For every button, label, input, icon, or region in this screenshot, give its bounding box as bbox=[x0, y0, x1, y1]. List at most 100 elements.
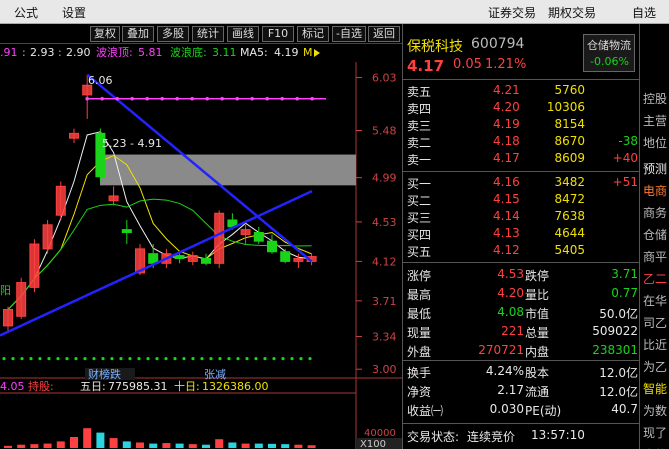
toolbar-mark[interactable]: 标记 bbox=[297, 26, 329, 42]
price-axis-label: 4.12 bbox=[372, 255, 397, 268]
stat-label: 最高 bbox=[407, 288, 432, 302]
bid-label: 买三 bbox=[407, 211, 432, 225]
bid-label: 买二 bbox=[407, 194, 432, 208]
ask-price: 4.20 bbox=[493, 100, 520, 114]
side-item[interactable]: 电商 bbox=[643, 182, 667, 199]
status-row: 交易状态: 连续竞价 13:57:10 bbox=[403, 428, 640, 444]
side-item[interactable]: 智能 bbox=[643, 380, 667, 397]
fin-label: 换手 bbox=[407, 366, 432, 380]
candle-body bbox=[240, 229, 251, 235]
wave-bottom-dot bbox=[11, 357, 15, 361]
side-item[interactable]: 为乙 bbox=[643, 358, 667, 375]
side-info-column[interactable]: 控股主营地位预测电商商务仓储商平乙二在华司乙比近为乙智能为数现了金的 bbox=[639, 24, 669, 449]
price-axis-label: 6.03 bbox=[372, 72, 397, 85]
bid-volume: 8472 bbox=[554, 192, 585, 206]
bid-row: 买二 4.15 8472 bbox=[403, 192, 640, 208]
toolbar-draw-line[interactable]: 画线 bbox=[227, 26, 259, 42]
toolbar-back[interactable]: 返回 bbox=[368, 26, 400, 42]
side-item[interactable]: 商务 bbox=[643, 204, 667, 221]
price-axis-label: 3.71 bbox=[372, 295, 397, 308]
status-label: 交易状态: bbox=[407, 430, 460, 444]
wave-bottom-dot bbox=[191, 357, 195, 361]
wave-top-dot bbox=[220, 96, 224, 101]
kline-svg[interactable]: .91 : 2.93 : 2.90 波浪顶: 5.81 波浪底: 3.11 MA… bbox=[0, 44, 402, 449]
ind-ma5-label: MA5: bbox=[240, 46, 268, 59]
bid-label: 买五 bbox=[407, 245, 432, 259]
ind-ma-more: M bbox=[303, 46, 313, 59]
wave-top-dot bbox=[280, 96, 285, 101]
wave-top-dot bbox=[145, 96, 149, 101]
wave-bottom-dot bbox=[146, 357, 150, 361]
wave-bottom-dot bbox=[263, 357, 267, 361]
toolbar-multi-stock[interactable]: 多股 bbox=[157, 26, 189, 42]
stat-row: 最高 4.20 量比 0.77 bbox=[403, 286, 640, 302]
range-label: 5.23 - 4.91 bbox=[102, 137, 162, 150]
volume-bar bbox=[56, 441, 65, 448]
candle-body bbox=[16, 282, 27, 317]
side-item[interactable]: 为数 bbox=[643, 402, 667, 419]
menu-auto[interactable]: 自选 bbox=[632, 4, 656, 21]
stat-label: 最低 bbox=[407, 307, 432, 321]
price-grid bbox=[356, 77, 362, 370]
volume-bar bbox=[4, 445, 12, 448]
menu-futures-trade[interactable]: 期权交易 bbox=[548, 4, 596, 21]
wave-bottom-dot bbox=[281, 357, 285, 361]
side-item[interactable]: 现了 bbox=[643, 424, 667, 441]
volume-bar bbox=[202, 444, 210, 448]
ind-wave-bottom: 3.11 bbox=[212, 46, 237, 59]
wave-bottom-dot bbox=[164, 357, 168, 361]
price-axis-label: 3.00 bbox=[372, 363, 397, 376]
side-item[interactable]: 控股 bbox=[643, 90, 667, 107]
toolbar-f10[interactable]: F10 bbox=[262, 26, 294, 42]
wave-bottom-dot bbox=[101, 357, 105, 361]
side-item[interactable]: 乙二 bbox=[643, 270, 667, 287]
toolbar-restore-rights[interactable]: 复权 bbox=[90, 26, 120, 42]
price-axis: 6.03 5.48 4.99 4.53 4.12 3.71 3.34 3.00 bbox=[372, 72, 397, 377]
side-item[interactable]: 预测 bbox=[643, 160, 667, 177]
side-item[interactable]: 比近 bbox=[643, 336, 667, 353]
ind-ma5: 4.19 bbox=[274, 46, 299, 59]
ind-wave-top: 5.81 bbox=[138, 46, 163, 59]
ask-row: 卖四 4.20 10306 bbox=[403, 100, 640, 116]
candle-body bbox=[293, 258, 304, 262]
side-item[interactable]: 地位 bbox=[643, 134, 667, 151]
ind-more-arrow-icon[interactable] bbox=[314, 49, 320, 57]
ind-sep2: : bbox=[58, 46, 62, 59]
toolbar-add-watchlist[interactable]: -自选 bbox=[332, 26, 366, 42]
bid-price: 4.15 bbox=[493, 192, 520, 206]
side-item[interactable]: 仓储 bbox=[643, 226, 667, 243]
ask-volume: 8670 bbox=[554, 134, 585, 148]
sep-2 bbox=[403, 171, 640, 172]
bid-row: 买五 4.12 5405 bbox=[403, 243, 640, 259]
vol-hold-label: 持股: bbox=[28, 379, 54, 393]
kline-chart[interactable]: .91 : 2.93 : 2.90 波浪顶: 5.81 波浪底: 3.11 MA… bbox=[0, 44, 402, 449]
ind-sep1: : bbox=[22, 46, 26, 59]
stat-value-2: 238301 bbox=[592, 343, 638, 357]
volume-bars bbox=[4, 428, 316, 448]
wave-top-dot bbox=[205, 96, 209, 101]
toolbar-stats[interactable]: 统计 bbox=[192, 26, 224, 42]
side-item[interactable]: 商平 bbox=[643, 248, 667, 265]
volume-bar bbox=[43, 443, 52, 448]
quote-price-row: 4.17 0.05 1.21% bbox=[403, 57, 640, 77]
vol-axis-0: 40000 bbox=[364, 428, 396, 439]
side-item[interactable]: 主营 bbox=[643, 112, 667, 129]
menu-formula[interactable]: 公式 bbox=[14, 4, 38, 21]
fin-label: 净资 bbox=[407, 385, 432, 399]
bid-delta: +51 bbox=[612, 175, 638, 189]
volume-bar bbox=[17, 444, 26, 448]
menu-securities-trade[interactable]: 证券交易 bbox=[488, 4, 536, 21]
vol-unit: X100 bbox=[360, 439, 386, 449]
wave-bottom-dot bbox=[47, 357, 51, 361]
side-item[interactable]: 在华 bbox=[643, 292, 667, 309]
wave-bottom-dot bbox=[182, 357, 186, 361]
ask-delta: -38 bbox=[618, 134, 638, 148]
side-item[interactable]: 司乙 bbox=[643, 314, 667, 331]
menu-settings[interactable]: 设置 bbox=[62, 4, 86, 21]
wave-bottom-dot bbox=[209, 357, 213, 361]
wave-bottom-dot bbox=[200, 357, 204, 361]
candle-body bbox=[267, 240, 277, 253]
sep-3 bbox=[403, 262, 640, 263]
toolbar-overlay[interactable]: 叠加 bbox=[122, 26, 154, 42]
wave-bottom-dot bbox=[236, 357, 240, 361]
